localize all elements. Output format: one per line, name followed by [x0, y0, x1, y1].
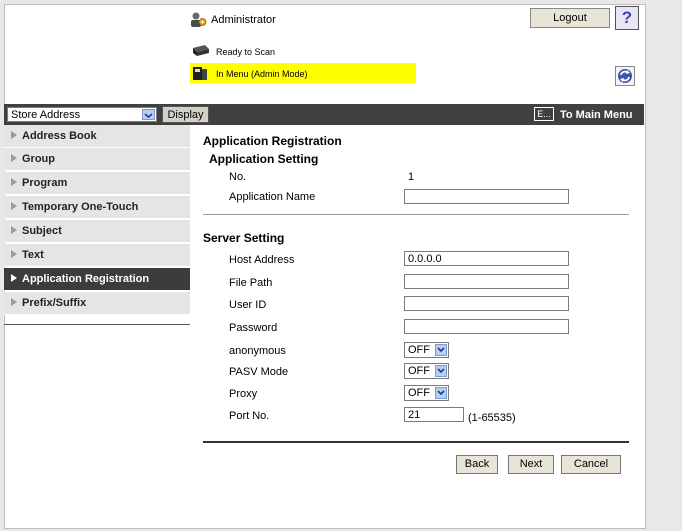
- sidebar-item-label: Prefix/Suffix: [22, 297, 87, 309]
- sidebar-item-label: Address Book: [22, 130, 97, 142]
- proxy-select[interactable]: OFF: [404, 385, 449, 401]
- administrator-icon: [191, 12, 207, 27]
- password-label: Password: [229, 322, 278, 334]
- refresh-button[interactable]: [615, 66, 635, 86]
- logout-button[interactable]: Logout: [530, 8, 610, 28]
- port-no-label: Port No.: [229, 410, 270, 422]
- no-value: 1: [408, 171, 415, 183]
- pasv-mode-select[interactable]: OFF: [404, 363, 449, 379]
- printer-ready-icon: [193, 45, 209, 56]
- sidebar-item-address-book[interactable]: Address Book: [4, 125, 190, 148]
- triangle-right-icon: [11, 274, 17, 283]
- file-path-field[interactable]: [404, 274, 569, 289]
- sidebar-item-prefix-suffix[interactable]: Prefix/Suffix: [4, 292, 190, 315]
- user-id-label: User ID: [229, 299, 267, 311]
- chevron-down-icon: [435, 344, 447, 356]
- no-label: No.: [229, 171, 247, 183]
- status-ready-text: Ready to Scan: [216, 47, 276, 57]
- sidebar-item-label: Subject: [22, 225, 62, 237]
- store-address-value: Store Address: [11, 109, 81, 121]
- sidebar-item-temporary-one-touch[interactable]: Temporary One-Touch: [4, 196, 190, 219]
- chevron-down-icon: [435, 387, 447, 399]
- anonymous-select[interactable]: OFF: [404, 342, 449, 358]
- proxy-label: Proxy: [229, 388, 258, 400]
- application-name-label: Application Name: [229, 191, 316, 203]
- sidebar-item-label: Group: [22, 153, 55, 165]
- sidebar-item-label: Text: [22, 249, 44, 261]
- sidebar-item-label: Program: [22, 177, 68, 189]
- file-path-label: File Path: [229, 277, 273, 289]
- chevron-down-icon: [435, 365, 447, 377]
- proxy-value: OFF: [408, 387, 430, 399]
- application-name-field[interactable]: [404, 189, 569, 204]
- triangle-right-icon: [11, 178, 17, 187]
- sidebar-item-label: Application Registration: [22, 273, 150, 285]
- server-setting-heading: Server Setting: [203, 231, 285, 245]
- footer-divider: [203, 441, 629, 443]
- help-button[interactable]: ?: [615, 6, 639, 30]
- user-id-field[interactable]: [404, 296, 569, 311]
- to-main-menu-link[interactable]: To Main Menu: [560, 109, 633, 121]
- triangle-right-icon: [11, 226, 17, 235]
- display-button[interactable]: Display: [162, 106, 209, 123]
- pasv-mode-value: OFF: [408, 365, 430, 377]
- host-address-field[interactable]: [404, 251, 569, 266]
- refresh-icon: [618, 69, 632, 83]
- user-role-label: Administrator: [211, 14, 276, 26]
- sidebar-item-program[interactable]: Program: [4, 172, 190, 195]
- main-menu-icon[interactable]: E...: [534, 107, 554, 121]
- store-address-select[interactable]: Store Address: [7, 107, 157, 122]
- sidebar-item-application-registration[interactable]: Application Registration: [4, 268, 190, 291]
- application-setting-heading: Application Setting: [209, 152, 319, 166]
- sidebar-item-group[interactable]: Group: [4, 148, 190, 171]
- password-field[interactable]: [404, 319, 569, 334]
- sidebar-item-text[interactable]: Text: [4, 244, 190, 267]
- port-range-hint: (1-65535): [468, 412, 516, 424]
- sidebar: Address Book Group Program Temporary One…: [4, 125, 190, 325]
- pasv-mode-label: PASV Mode: [229, 366, 289, 378]
- host-address-label: Host Address: [229, 254, 295, 266]
- anonymous-value: OFF: [408, 344, 430, 356]
- chevron-down-icon: [142, 109, 155, 120]
- triangle-right-icon: [11, 298, 17, 307]
- sidebar-item-label: Temporary One-Touch: [22, 201, 139, 213]
- sidebar-item-subject[interactable]: Subject: [4, 220, 190, 243]
- printer-menu-icon: [193, 67, 207, 80]
- anonymous-label: anonymous: [229, 345, 286, 357]
- next-button[interactable]: Next: [508, 455, 554, 474]
- triangle-right-icon: [11, 131, 17, 140]
- triangle-right-icon: [11, 250, 17, 259]
- page-title: Application Registration: [203, 134, 342, 148]
- triangle-right-icon: [11, 154, 17, 163]
- port-no-field[interactable]: [404, 407, 464, 422]
- triangle-right-icon: [11, 202, 17, 211]
- back-button[interactable]: Back: [456, 455, 498, 474]
- sidebar-divider: [4, 324, 190, 325]
- cancel-button[interactable]: Cancel: [561, 455, 621, 474]
- status-mode-text: In Menu (Admin Mode): [216, 69, 308, 79]
- section-divider: [203, 214, 629, 215]
